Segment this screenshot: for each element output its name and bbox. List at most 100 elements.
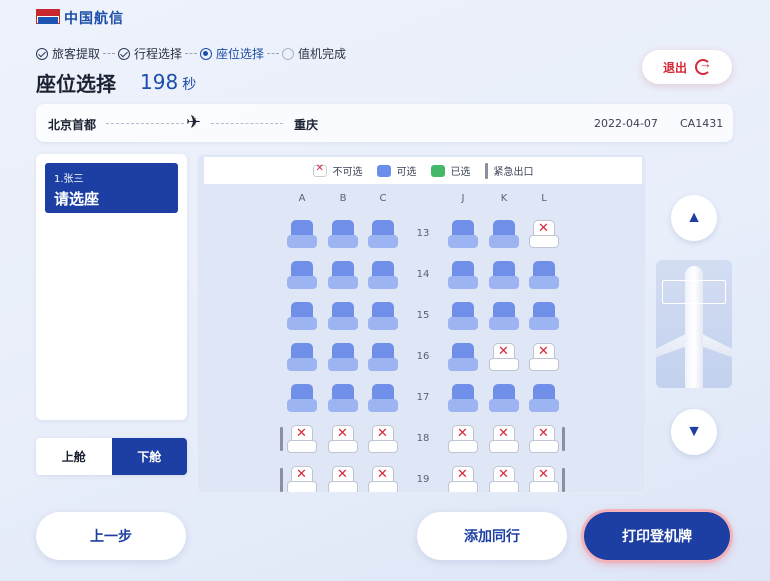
step-divider <box>185 53 198 54</box>
legend-unavailable: 不可选 <box>312 163 363 178</box>
timer-unit: 秒 <box>182 77 197 93</box>
seat-13J[interactable] <box>448 220 478 248</box>
route-line <box>106 123 184 124</box>
step-seat: 座位选择 <box>200 45 264 62</box>
seat-17C[interactable] <box>368 384 398 412</box>
seat-14K[interactable] <box>489 261 519 289</box>
seat-19B: ✕ <box>328 466 358 492</box>
seat-19C: ✕ <box>368 466 398 492</box>
current-step-icon <box>200 47 213 60</box>
seat-16L: ✕ <box>529 343 559 371</box>
seat-13B[interactable] <box>328 220 358 248</box>
step-complete: 值机完成 <box>282 45 346 62</box>
seat-16C[interactable] <box>368 343 398 371</box>
seat-15B[interactable] <box>328 302 358 330</box>
row-number-14: 14 <box>416 269 430 280</box>
seat-14C[interactable] <box>368 261 398 289</box>
seat-19J: ✕ <box>448 466 478 492</box>
step-itinerary: 行程选择 <box>118 45 182 62</box>
airplane-icon: ✈ <box>186 112 202 133</box>
tab-lower-cabin[interactable]: 下舱 <box>111 438 187 475</box>
seat-18C: ✕ <box>368 425 398 453</box>
seat-14B[interactable] <box>328 261 358 289</box>
seat-17L[interactable] <box>529 384 559 412</box>
seat-13C[interactable] <box>368 220 398 248</box>
logo-icon <box>36 9 60 24</box>
step-divider <box>103 53 116 54</box>
route-line <box>211 123 283 124</box>
seat-14J[interactable] <box>448 261 478 289</box>
step-divider <box>267 53 280 54</box>
seat-18A: ✕ <box>287 425 317 453</box>
minimap-viewport[interactable] <box>662 280 726 304</box>
previous-button[interactable]: 上一步 <box>36 512 186 560</box>
seat-15K[interactable] <box>489 302 519 330</box>
check-icon <box>36 47 48 60</box>
seat-16K: ✕ <box>489 343 519 371</box>
unavailable-seat-icon <box>312 163 327 177</box>
add-companion-button[interactable]: 添加同行 <box>417 512 567 560</box>
seat-17K[interactable] <box>489 384 519 412</box>
seat-15J[interactable] <box>448 302 478 330</box>
seat-19A: ✕ <box>287 466 317 492</box>
row-number-13: 13 <box>416 228 430 239</box>
scroll-up-button[interactable]: ▲ <box>671 195 717 241</box>
legend-available: 可选 <box>376 163 417 178</box>
legend-selected: 已选 <box>430 163 471 178</box>
seat-19K: ✕ <box>489 466 519 492</box>
seat-15A[interactable] <box>287 302 317 330</box>
row-number-15: 15 <box>416 310 430 321</box>
timer-value: 198 <box>140 70 179 94</box>
seat-18B: ✕ <box>328 425 358 453</box>
row-number-16: 16 <box>416 351 430 362</box>
step-passenger: 旅客提取 <box>36 45 100 62</box>
pending-step-icon <box>282 47 295 60</box>
seat-13A[interactable] <box>287 220 317 248</box>
seat-18J: ✕ <box>448 425 478 453</box>
arrow-up-icon: ▲ <box>686 209 702 226</box>
seat-15C[interactable] <box>368 302 398 330</box>
exit-row-icon <box>484 162 488 179</box>
passenger-card[interactable]: 1.张三 请选座 <box>45 163 178 213</box>
seat-13L: ✕ <box>529 220 559 248</box>
legend-exit: 紧急出口 <box>484 162 534 179</box>
column-header-A: A <box>298 193 306 204</box>
seat-prompt: 请选座 <box>54 190 100 208</box>
aircraft-minimap[interactable] <box>656 260 732 388</box>
column-header-J: J <box>461 193 465 204</box>
seat-14L[interactable] <box>529 261 559 289</box>
column-header-L: L <box>541 193 547 204</box>
step-progress: 旅客提取 行程选择 座位选择 值机完成 <box>36 45 346 62</box>
seat-17J[interactable] <box>448 384 478 412</box>
page-title: 座位选择 <box>36 72 116 96</box>
seat-13K[interactable] <box>489 220 519 248</box>
countdown-timer: 198 秒 <box>140 70 196 94</box>
seat-15L[interactable] <box>529 302 559 330</box>
flight-number: CA1431 <box>680 117 724 130</box>
seat-16J[interactable] <box>448 343 478 371</box>
logout-icon <box>695 56 712 75</box>
passenger-list: 1.张三 请选座 <box>36 154 187 420</box>
exit-row-marker-right <box>562 427 565 451</box>
origin-city: 北京首都 <box>48 118 97 132</box>
seat-map: 不可选 可选 已选 紧急出口 A B C J K L 13 ✕ 14 15 16 ✕ ✕ 17 18 ✕ ✕ ✕ ✕… <box>197 154 646 493</box>
brand-name: 中国航信 <box>64 11 124 27</box>
seat-17B[interactable] <box>328 384 358 412</box>
column-header-B: B <box>339 193 347 204</box>
seat-17A[interactable] <box>287 384 317 412</box>
seat-16B[interactable] <box>328 343 358 371</box>
destination-city: 重庆 <box>294 118 319 132</box>
seat-16A[interactable] <box>287 343 317 371</box>
row-number-17: 17 <box>416 392 430 403</box>
column-header-K: K <box>500 193 508 204</box>
exit-button[interactable]: 退出 <box>642 50 732 84</box>
tab-upper-cabin[interactable]: 上舱 <box>36 438 112 475</box>
scroll-down-button[interactable]: ▼ <box>671 409 717 455</box>
exit-label: 退出 <box>662 60 687 75</box>
seat-18K: ✕ <box>489 425 519 453</box>
print-boarding-pass-button[interactable]: 打印登机牌 <box>584 512 730 560</box>
seat-14A[interactable] <box>287 261 317 289</box>
column-header-C: C <box>379 193 387 204</box>
row-number-19: 19 <box>416 474 430 485</box>
seat-18L: ✕ <box>529 425 559 453</box>
